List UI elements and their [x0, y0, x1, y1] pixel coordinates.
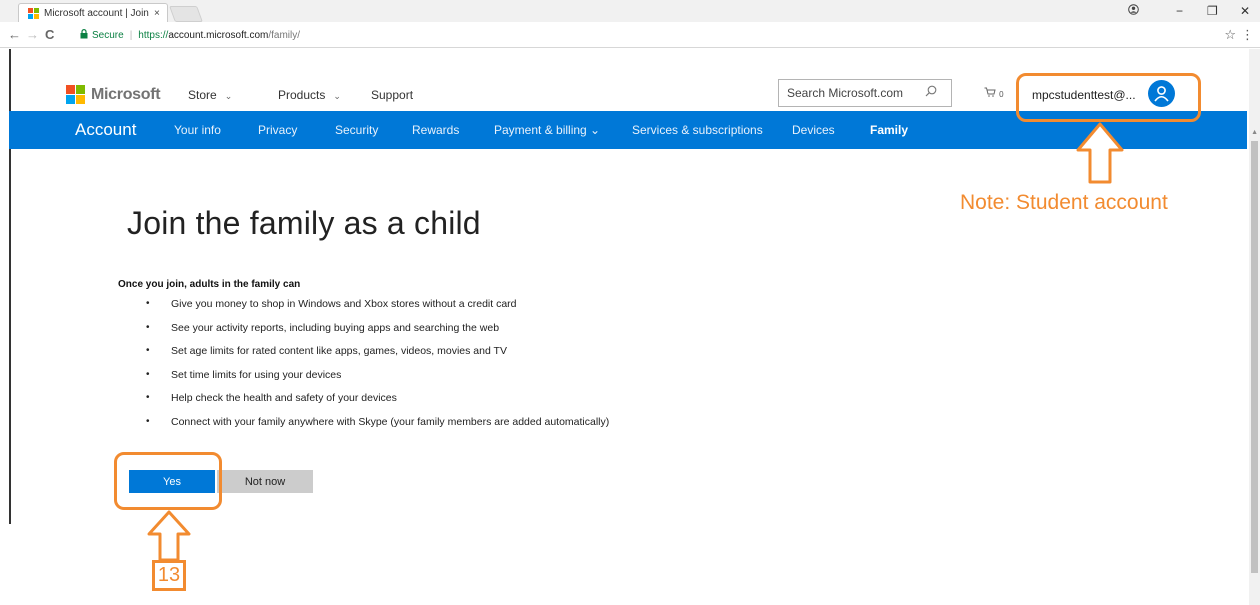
- url-host: account.microsoft.com: [168, 29, 269, 41]
- nav-products[interactable]: Products ⌄: [278, 88, 341, 102]
- browser-tabstrip: Microsoft account | Join × − ❐ ✕: [0, 0, 1260, 22]
- yes-highlight-box: [114, 452, 222, 510]
- tab-your-info[interactable]: Your info: [174, 123, 221, 137]
- tab-rewards[interactable]: Rewards: [412, 123, 459, 137]
- nav-products-label: Products: [278, 88, 326, 102]
- new-tab-button[interactable]: [169, 6, 203, 22]
- tab-close-icon[interactable]: ×: [154, 8, 160, 19]
- list-item: • Help check the health and safety of you…: [146, 392, 609, 416]
- bullet-glyph: •: [146, 415, 150, 427]
- bullet-glyph: •: [146, 321, 150, 333]
- nav-support[interactable]: Support: [371, 88, 413, 102]
- vertical-scrollbar[interactable]: ▲: [1249, 49, 1260, 605]
- lock-icon: [80, 28, 88, 42]
- bullet-glyph: •: [146, 345, 150, 356]
- tab-title: Microsoft account | Join: [44, 7, 149, 19]
- maximize-icon[interactable]: ❐: [1207, 4, 1218, 18]
- url-scheme: https://: [138, 29, 169, 41]
- scroll-up-icon[interactable]: ▲: [1251, 129, 1258, 136]
- tab-services-subscriptions[interactable]: Services & subscriptions: [632, 123, 763, 137]
- chevron-down-icon: ⌄: [224, 91, 233, 101]
- subheading: Once you join, adults in the family can: [118, 279, 301, 290]
- profile-icon[interactable]: [1128, 4, 1139, 18]
- list-item-text: Help check the health and safety of your…: [171, 392, 397, 404]
- account-highlight-box: [1016, 73, 1201, 122]
- nav-store-label: Store: [188, 88, 217, 102]
- close-window-icon[interactable]: ✕: [1240, 4, 1250, 18]
- up-arrow-icon: [1076, 122, 1124, 184]
- bullet-glyph: •: [146, 392, 150, 403]
- scrollbar-thumb[interactable]: [1251, 141, 1258, 573]
- address-separator: |: [129, 29, 133, 41]
- list-item: • Set age limits for rated content like a…: [146, 345, 609, 369]
- chevron-down-icon: ⌄: [333, 91, 341, 101]
- tab-privacy[interactable]: Privacy: [258, 123, 297, 137]
- address-bar[interactable]: Secure | https:// account.microsoft.com …: [80, 26, 1210, 44]
- bookmark-star-icon[interactable]: ☆: [1224, 27, 1236, 43]
- search-input[interactable]: Search Microsoft.com: [778, 79, 952, 107]
- microsoft-favicon-icon: [28, 7, 39, 19]
- microsoft-logo[interactable]: Microsoft: [66, 85, 161, 104]
- benefits-list: • Give you money to shop in Windows and X…: [146, 298, 609, 439]
- list-item-text: Connect with your family anywhere with S…: [171, 415, 610, 428]
- minimize-icon[interactable]: −: [1176, 4, 1183, 18]
- microsoft-logo-icon: [66, 85, 85, 104]
- back-icon[interactable]: ←: [8, 27, 21, 42]
- cart-button[interactable]: 0: [984, 87, 1004, 100]
- list-item-text: See your activity reports, including buy…: [171, 321, 500, 334]
- step-number: 13: [152, 560, 186, 591]
- reload-icon[interactable]: C: [45, 27, 54, 42]
- list-item: • Connect with your family anywhere with …: [146, 416, 609, 440]
- not-now-button[interactable]: Not now: [217, 470, 313, 493]
- nav-support-label: Support: [371, 88, 414, 102]
- bullet-glyph: •: [146, 368, 150, 380]
- list-item: • Give you money to shop in Windows and X…: [146, 298, 609, 322]
- browser-toolbar: ← → C Secure | https:// account.microsof…: [0, 22, 1260, 48]
- tab-devices[interactable]: Devices: [792, 123, 835, 137]
- list-item: • See your activity reports, including bu…: [146, 322, 609, 346]
- browser-tab[interactable]: Microsoft account | Join ×: [18, 3, 168, 22]
- nav-store[interactable]: Store ⌄: [188, 88, 232, 102]
- list-item-text: Set time limits for using your devices: [171, 368, 342, 381]
- secure-label: Secure: [92, 29, 124, 41]
- list-item-text: Give you money to shop in Windows and Xb…: [171, 298, 517, 310]
- tab-payment-billing[interactable]: Payment & billing ⌄: [494, 123, 600, 137]
- url-path: /family/: [268, 29, 301, 41]
- tab-family[interactable]: Family: [870, 123, 908, 137]
- cart-icon: [984, 87, 996, 97]
- up-arrow-icon: [147, 510, 191, 562]
- list-item: • Set time limits for using your devices: [146, 369, 609, 393]
- account-title[interactable]: Account: [75, 120, 136, 140]
- search-icon[interactable]: [925, 85, 937, 100]
- cart-count: 0: [999, 90, 1004, 99]
- forward-icon[interactable]: →: [26, 27, 39, 42]
- list-item-text: Set age limits for rated content like ap…: [171, 345, 507, 357]
- annotation-note: Note: Student account: [960, 191, 1168, 214]
- tab-security[interactable]: Security: [335, 123, 378, 137]
- page-title: Join the family as a child: [127, 205, 481, 241]
- browser-menu-icon[interactable]: ⋮: [1241, 27, 1254, 43]
- brand-name: Microsoft: [91, 85, 161, 103]
- bullet-glyph: •: [146, 298, 150, 309]
- search-placeholder: Search Microsoft.com: [787, 86, 904, 100]
